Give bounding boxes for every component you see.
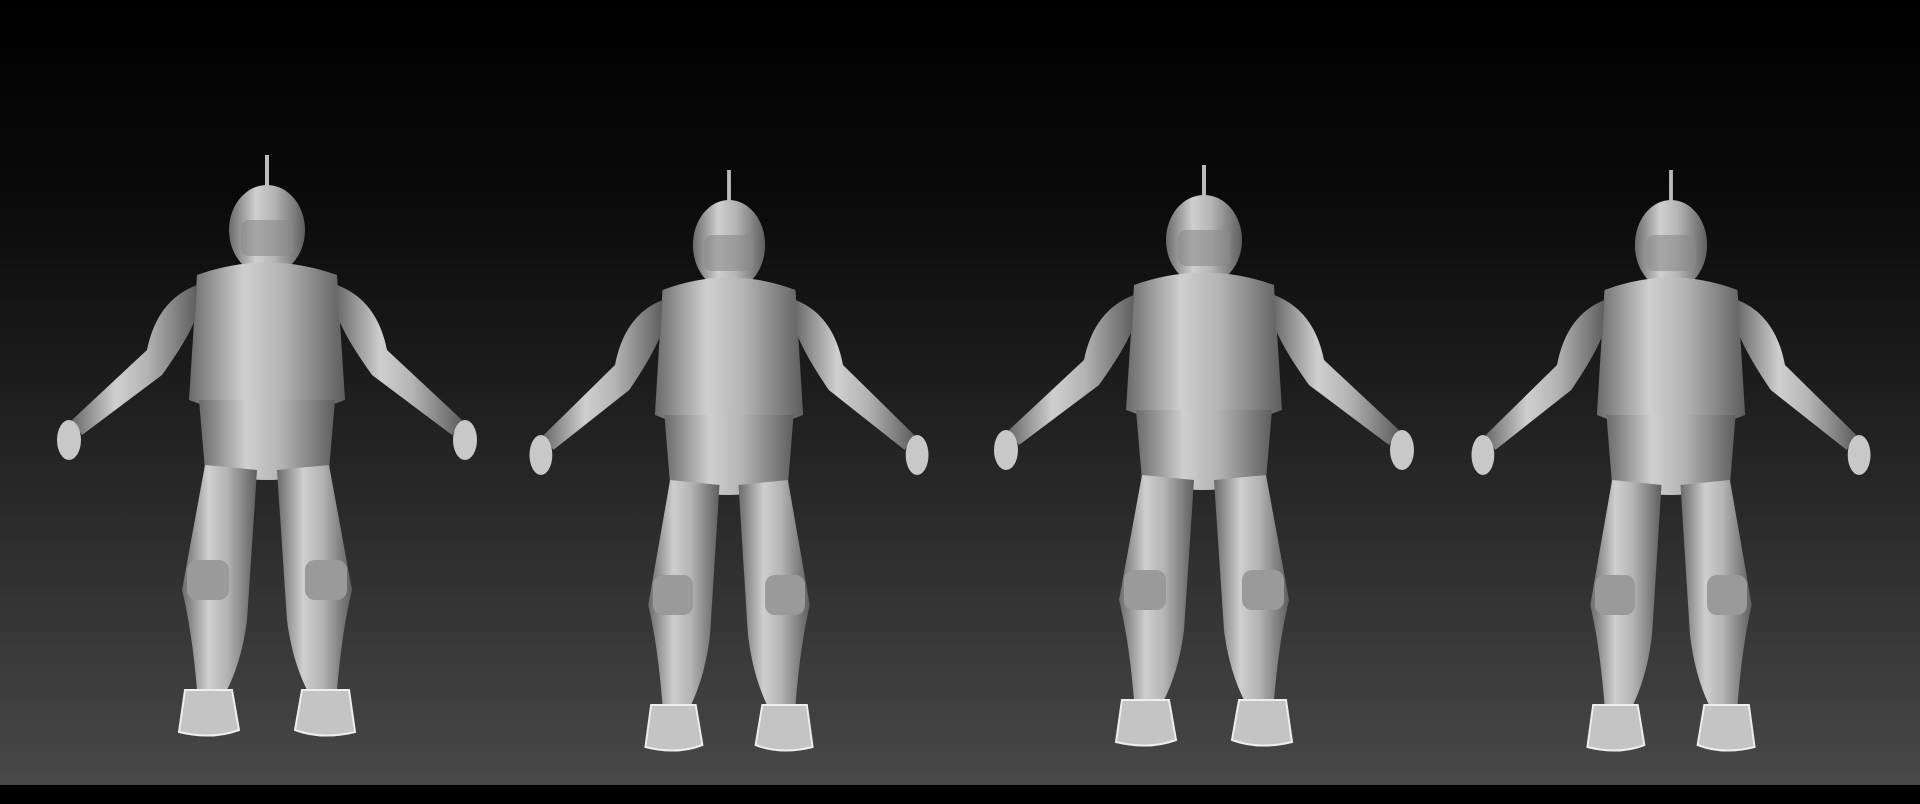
character-back-view (993, 164, 1415, 747)
render-viewport (0, 0, 1920, 785)
character-front-view (56, 154, 478, 737)
character-three-quarter-front-view (528, 169, 930, 752)
character-turnaround (56, 154, 1872, 752)
character-three-quarter-back-view (1470, 169, 1872, 752)
bottom-black-bar (0, 785, 1920, 804)
